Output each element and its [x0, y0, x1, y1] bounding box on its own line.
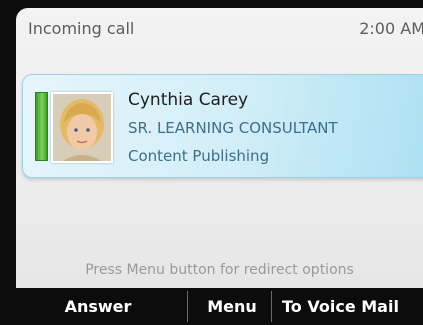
menu-button[interactable]: Menu [196, 288, 268, 325]
avatar [51, 92, 113, 163]
status-bar: Incoming call 2:00 AM [16, 8, 423, 48]
redirect-hint: Press Menu button for redirect options [85, 262, 354, 278]
caller-name: Cynthia Carey [128, 90, 249, 110]
softkey-bar: Answer Menu To Voice Mail [16, 288, 423, 325]
caller-job-title: SR. LEARNING CONSULTANT [128, 119, 338, 137]
clock: 2:00 AM [359, 19, 423, 38]
contact-photo [53, 94, 111, 161]
caller-department: Content Publishing [128, 147, 270, 165]
presence-indicator [35, 92, 48, 161]
to-voice-mail-button[interactable]: To Voice Mail [282, 288, 423, 325]
answer-button[interactable]: Answer [38, 288, 158, 325]
screen-title: Incoming call [28, 19, 135, 38]
call-screen: Incoming call 2:00 AM Cynthia Carey SR. … [16, 8, 423, 288]
softkey-divider [271, 291, 272, 322]
softkey-divider [187, 291, 188, 322]
caller-card[interactable]: Cynthia Carey SR. LEARNING CONSULTANT Co… [22, 74, 423, 178]
